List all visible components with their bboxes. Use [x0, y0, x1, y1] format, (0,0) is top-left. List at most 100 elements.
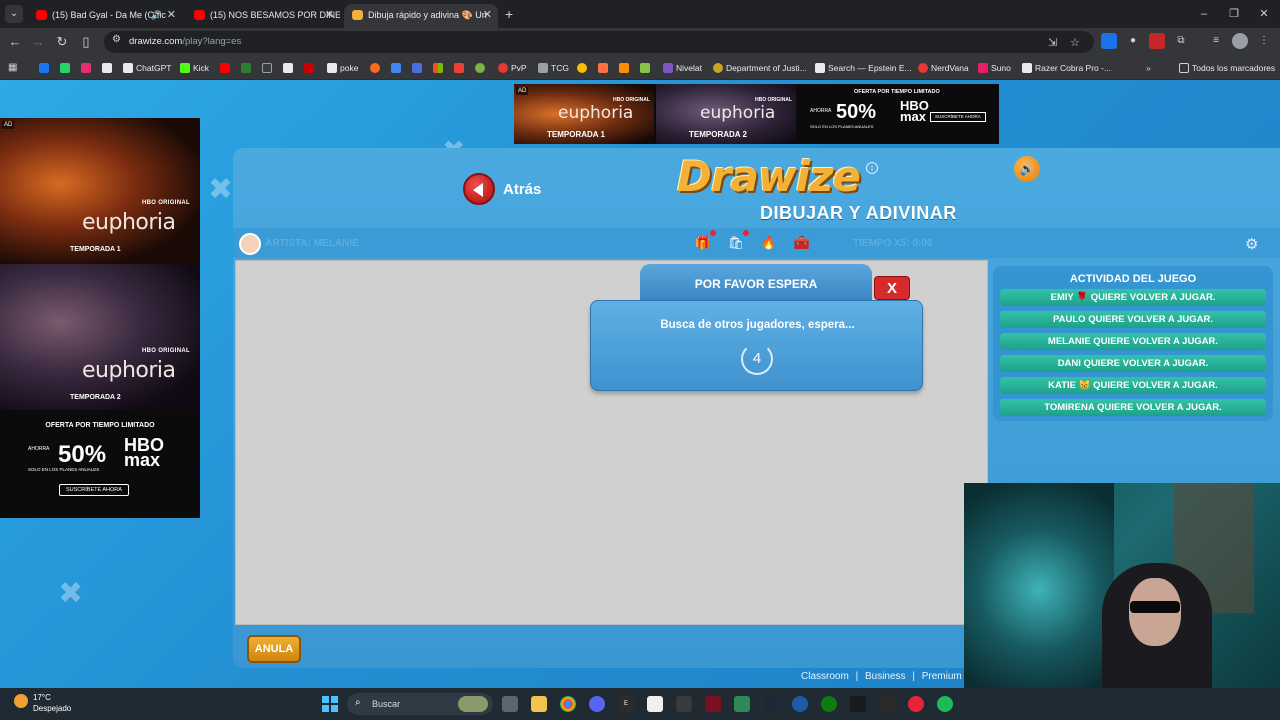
bookmark-item[interactable]: [412, 60, 425, 76]
steam-icon[interactable]: [763, 696, 779, 712]
bookmark-item[interactable]: [619, 60, 632, 76]
xbox-icon[interactable]: [821, 696, 837, 712]
sound-icon[interactable]: 🔊: [1014, 156, 1040, 182]
new-tab-button[interactable]: +: [505, 4, 519, 24]
hbo-vertical-ad[interactable]: AD HBO ORIGINAL euphoria TEMPORADA 1 HBO…: [0, 118, 200, 518]
minimize-button[interactable]: –: [1194, 4, 1214, 24]
bookmark-item[interactable]: [475, 60, 488, 76]
footer-link-premium[interactable]: Premium: [922, 671, 962, 682]
chrome-icon[interactable]: [560, 696, 576, 712]
gift-icon[interactable]: 🎁: [692, 230, 716, 254]
weather-condition: Despejado: [33, 704, 72, 713]
weather-widget[interactable]: 17°C Despejado: [14, 692, 71, 714]
bookmark-item[interactable]: [433, 60, 446, 76]
bookmark-item[interactable]: [391, 60, 404, 76]
extensions-puzzle-icon[interactable]: ⧉: [1173, 33, 1189, 49]
profile-avatar[interactable]: [1232, 33, 1248, 49]
menu-dots-icon[interactable]: ⋮: [1256, 33, 1272, 49]
restore-button[interactable]: ❐: [1224, 4, 1244, 24]
side-panel-icon[interactable]: ▯: [76, 32, 96, 52]
bookmark-item[interactable]: [241, 60, 254, 76]
app-icon[interactable]: [850, 696, 866, 712]
windows-start-icon[interactable]: [322, 696, 338, 712]
all-bookmarks-button[interactable]: Todos los marcadores: [1179, 60, 1275, 76]
gear-icon[interactable]: ⚙: [1245, 235, 1258, 253]
bookmark-poke[interactable]: poke: [327, 60, 358, 76]
bookmark-item[interactable]: [577, 60, 590, 76]
task-view-icon[interactable]: [502, 696, 518, 712]
bookmark-item[interactable]: [640, 60, 653, 76]
bookmark-suno[interactable]: Suno: [978, 60, 1011, 76]
app-icon[interactable]: [676, 696, 692, 712]
footer-link-business[interactable]: Business: [865, 671, 906, 682]
bookmark-item[interactable]: [283, 60, 296, 76]
install-app-icon[interactable]: ⇲: [1048, 36, 1057, 49]
bookmark-epstein-search[interactable]: Search — Epstein E...: [815, 60, 912, 76]
info-icon[interactable]: i: [866, 162, 878, 174]
tab-search-button[interactable]: ⌄: [5, 5, 23, 23]
forward-arrow-icon[interactable]: →: [28, 32, 48, 52]
file-explorer-icon[interactable]: [531, 696, 547, 712]
tab-drawize[interactable]: Dibuja rápido y adivina 🎨 Un ✕: [344, 4, 498, 28]
tab-close-icon[interactable]: ✕: [325, 4, 334, 26]
back-label[interactable]: Atrás: [503, 181, 541, 198]
tab-bad-gyal[interactable]: (15) Bad Gyal - Da Me (Offic 🔊 ✕: [28, 4, 182, 26]
bookmarks-overflow-icon[interactable]: »: [1146, 60, 1151, 76]
bookmark-item[interactable]: [81, 60, 94, 76]
bookmark-pvp[interactable]: PvP: [498, 60, 527, 76]
extension-icon[interactable]: [1149, 33, 1165, 49]
bookmark-item[interactable]: [39, 60, 52, 76]
bookmark-chatgpt[interactable]: ChatGPT: [123, 60, 171, 76]
bookmark-kick[interactable]: Kick: [180, 60, 209, 76]
footer-link-classroom[interactable]: Classroom: [801, 671, 849, 682]
toolbox-icon[interactable]: 🧰: [791, 232, 813, 254]
tab-nos-besamos[interactable]: (15) NOS BESAMOS POR DINE ✕: [186, 4, 340, 26]
bookmark-icon: [475, 63, 485, 73]
back-button[interactable]: [463, 173, 495, 205]
app-icon[interactable]: [705, 696, 721, 712]
extension-icon[interactable]: [1101, 33, 1117, 49]
bookmark-item[interactable]: [370, 60, 383, 76]
app-icon[interactable]: [879, 696, 895, 712]
bookmark-item[interactable]: [598, 60, 611, 76]
cancel-button[interactable]: ANULA: [247, 635, 301, 663]
bookmark-item[interactable]: [102, 60, 115, 76]
close-window-button[interactable]: ✕: [1254, 4, 1274, 24]
bookmark-star-icon[interactable]: ☆: [1070, 36, 1080, 49]
bookmark-razer[interactable]: Razer Cobra Pro -...: [1022, 60, 1111, 76]
subscribe-button[interactable]: SUSCRÍBETE AHORA: [930, 112, 986, 122]
tab-close-icon[interactable]: ✕: [483, 4, 492, 26]
extension-icon[interactable]: ●: [1125, 33, 1141, 49]
opera-icon[interactable]: [908, 696, 924, 712]
app-icon[interactable]: [734, 696, 750, 712]
subscribe-button[interactable]: SUSCRÍBETE AHORA: [59, 484, 129, 496]
discord-icon[interactable]: [589, 696, 605, 712]
bookmark-nivelat[interactable]: Nivelat: [663, 60, 702, 76]
hbo-banner-ad[interactable]: AD HBO ORIGINAL euphoria TEMPORADA 1 HBO…: [514, 84, 999, 144]
bookmark-doj[interactable]: Department of Justi...: [713, 60, 807, 76]
back-arrow-icon[interactable]: ←: [5, 32, 25, 52]
bookmark-nerdvana[interactable]: NerdVana: [918, 60, 969, 76]
youtube-icon: [194, 10, 205, 20]
spotify-icon[interactable]: [937, 696, 953, 712]
tab-list-icon[interactable]: ≡: [1208, 33, 1224, 49]
bookmark-item[interactable]: [262, 60, 275, 76]
bookmark-item[interactable]: [454, 60, 467, 76]
notepad-icon[interactable]: [647, 696, 663, 712]
reload-icon[interactable]: ↻: [52, 32, 72, 52]
bookmark-item[interactable]: [304, 60, 317, 76]
app-icon[interactable]: [792, 696, 808, 712]
taskbar-search[interactable]: ⌕ Buscar: [347, 693, 493, 715]
bookmark-item[interactable]: [220, 60, 233, 76]
audio-icon[interactable]: 🔊: [151, 4, 162, 26]
address-bar[interactable]: ⚙ drawize.com/play?lang=es ⇲ ☆: [104, 31, 1094, 53]
shop-bag-icon[interactable]: 🛍: [725, 230, 749, 254]
dialog-close-button[interactable]: X: [874, 276, 910, 300]
site-info-icon[interactable]: ⚙: [112, 34, 121, 45]
apps-grid-icon[interactable]: ▦: [8, 60, 17, 76]
fire-icon[interactable]: 🔥: [758, 232, 780, 254]
bookmark-tcg[interactable]: TCG: [538, 60, 569, 76]
tab-close-icon[interactable]: ✕: [167, 4, 176, 26]
bookmark-item[interactable]: [60, 60, 73, 76]
epic-games-icon[interactable]: E: [618, 696, 634, 712]
